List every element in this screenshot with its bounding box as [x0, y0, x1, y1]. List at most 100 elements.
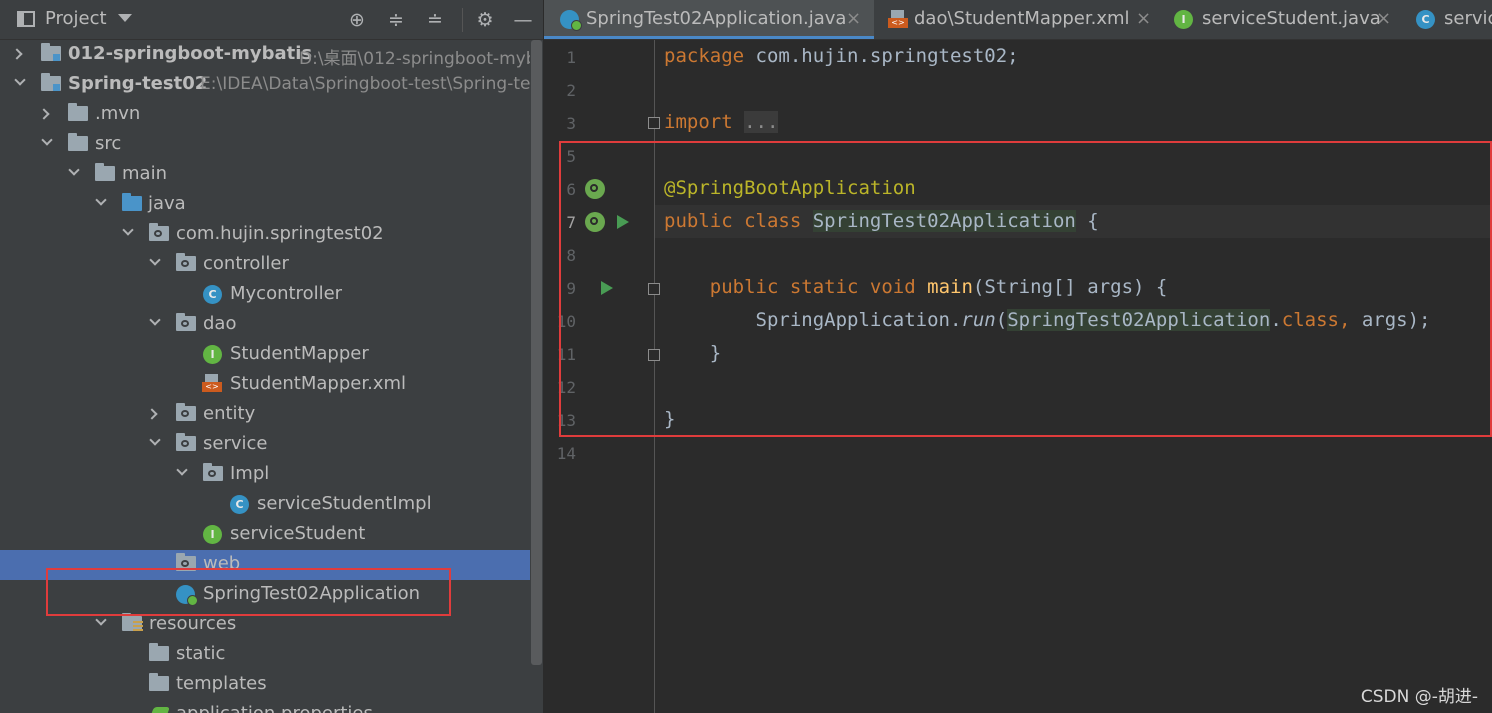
tree-item-label: StudentMapper.xml: [230, 373, 407, 394]
tree-item-studentmapper-xml[interactable]: StudentMapper.xml: [0, 370, 530, 400]
project-view-dropdown-icon[interactable]: [118, 14, 132, 22]
project-scrollbar[interactable]: [531, 40, 542, 665]
tree-item-label: com.hujin.springtest02: [176, 223, 384, 244]
minimize-icon[interactable]: —: [511, 8, 535, 32]
tree-item-label: static: [176, 643, 226, 664]
watermark: CSDN @-胡进-: [1360, 687, 1478, 707]
tree-item-package-root[interactable]: com.hujin.springtest02: [0, 220, 530, 250]
package-icon: [176, 433, 196, 451]
tree-item-label: controller: [203, 253, 289, 274]
tree-item-src[interactable]: src: [0, 130, 530, 160]
close-tab-icon[interactable]: ×: [846, 8, 861, 29]
tree-item-dao[interactable]: dao: [0, 310, 530, 340]
tree-item-label: serviceStudentImpl: [257, 493, 432, 514]
tree-item-servicestudentimpl[interactable]: C serviceStudentImpl: [0, 490, 530, 520]
class-icon: C: [203, 285, 222, 304]
tab-label: dao\StudentMapper.xml: [914, 8, 1130, 29]
tree-item-label: resources: [149, 613, 237, 634]
project-folder-icon: [41, 43, 61, 61]
close-tab-icon[interactable]: ×: [1376, 8, 1391, 29]
collapse-arrow-icon[interactable]: [149, 434, 161, 446]
expand-arrow-icon[interactable]: [146, 408, 158, 420]
line-number: 14: [556, 444, 576, 463]
tree-item-label: Mycontroller: [230, 283, 343, 304]
tab-servicestudent[interactable]: I serviceStudent.java ×: [1164, 0, 1404, 39]
tree-item-mvn[interactable]: .mvn: [0, 100, 530, 130]
folder-icon: [149, 673, 169, 691]
collapse-all-icon[interactable]: ≐: [423, 8, 447, 32]
gear-icon[interactable]: ⚙: [473, 8, 497, 32]
collapse-arrow-icon[interactable]: [95, 614, 107, 626]
tree-item-controller[interactable]: controller: [0, 250, 530, 280]
tree-item-main[interactable]: main: [0, 160, 530, 190]
folded-imports[interactable]: ...: [744, 111, 779, 133]
tree-item-label: main: [122, 163, 167, 184]
fold-icon[interactable]: [648, 117, 660, 129]
tree-item-templates[interactable]: templates: [0, 670, 530, 700]
tree-item-label: src: [95, 133, 122, 154]
tab-studentmapper-xml[interactable]: dao\StudentMapper.xml ×: [874, 0, 1164, 39]
tree-item-spring-test02[interactable]: Spring-test02 E:\IDEA\Data\Springboot-te…: [0, 70, 530, 100]
tree-item-path: E:\IDEA\Data\Springboot-test\Spring-test…: [200, 74, 530, 94]
source-folder-icon: [122, 193, 142, 211]
tab-service[interactable]: C service: [1404, 0, 1492, 39]
package-icon: [176, 253, 196, 271]
package-icon: [176, 403, 196, 421]
collapse-arrow-icon[interactable]: [149, 254, 161, 266]
highlight-box-tree: [46, 568, 451, 616]
expand-arrow-icon[interactable]: [38, 108, 50, 120]
locate-file-icon[interactable]: ⊕: [345, 8, 369, 32]
tree-item-static[interactable]: static: [0, 640, 530, 670]
tree-item-studentmapper[interactable]: I StudentMapper: [0, 340, 530, 370]
collapse-arrow-icon[interactable]: [68, 164, 80, 176]
collapse-arrow-icon[interactable]: [14, 74, 26, 86]
tree-item-label: Spring-test02: [68, 73, 208, 94]
folder-icon: [149, 643, 169, 661]
tab-springtest02application[interactable]: SpringTest02Application.java ×: [544, 0, 874, 39]
expand-arrow-icon[interactable]: [11, 48, 23, 60]
project-folder-icon: [41, 73, 61, 91]
tree-item-java[interactable]: java: [0, 190, 530, 220]
project-view-icon: [17, 11, 35, 27]
code-line-1: package com.hujin.springtest02;: [664, 45, 1019, 67]
code-editor[interactable]: 1 2 3 5 6 7 8 9 10 11 12 13 14 package c…: [544, 40, 1492, 713]
close-tab-icon[interactable]: ×: [1136, 8, 1151, 29]
tree-item-label: StudentMapper: [230, 343, 369, 364]
class-icon: C: [230, 495, 249, 514]
tab-label: service: [1444, 8, 1492, 29]
line-number: 2: [566, 81, 576, 100]
project-panel-title[interactable]: Project: [45, 8, 107, 29]
tree-item-servicestudent[interactable]: I serviceStudent: [0, 520, 530, 550]
package-icon: [203, 463, 223, 481]
class-icon: C: [1416, 10, 1435, 29]
tree-item-label: application.properties: [176, 703, 373, 713]
project-panel: Project ⊕ ≑ ≐ ⚙ — 012-springboot-mybatis…: [0, 0, 543, 713]
xml-file-icon: [202, 374, 222, 393]
package-icon: [176, 313, 196, 331]
collapse-arrow-icon[interactable]: [122, 224, 134, 236]
folder-icon: [95, 163, 115, 181]
tree-item-label: service: [203, 433, 268, 454]
collapse-arrow-icon[interactable]: [95, 194, 107, 206]
package-icon: [149, 223, 169, 241]
collapse-arrow-icon[interactable]: [176, 464, 188, 476]
collapse-arrow-icon[interactable]: [41, 134, 53, 146]
tree-item-application-properties[interactable]: application.properties: [0, 700, 530, 713]
tree-item-label: 012-springboot-mybatis: [68, 43, 313, 64]
code-line-3: import ...: [664, 111, 779, 133]
expand-all-icon[interactable]: ≑: [384, 8, 408, 32]
tree-item-012-springboot-mybatis[interactable]: 012-springboot-mybatis D:\桌面\012-springb…: [0, 40, 530, 70]
tree-item-mycontroller[interactable]: C Mycontroller: [0, 280, 530, 310]
highlight-box-code: [559, 141, 1492, 437]
tree-item-entity[interactable]: entity: [0, 400, 530, 430]
folder-icon: [68, 103, 88, 121]
tree-item-label: .mvn: [95, 103, 141, 124]
interface-icon: I: [203, 345, 222, 364]
tree-item-impl[interactable]: Impl: [0, 460, 530, 490]
tree-item-service[interactable]: service: [0, 430, 530, 460]
collapse-arrow-icon[interactable]: [149, 314, 161, 326]
tree-item-label: dao: [203, 313, 237, 334]
toolbar-divider: [462, 8, 463, 32]
tree-item-label: java: [148, 193, 186, 214]
editor-tab-bar: SpringTest02Application.java × dao\Stude…: [544, 0, 1492, 40]
